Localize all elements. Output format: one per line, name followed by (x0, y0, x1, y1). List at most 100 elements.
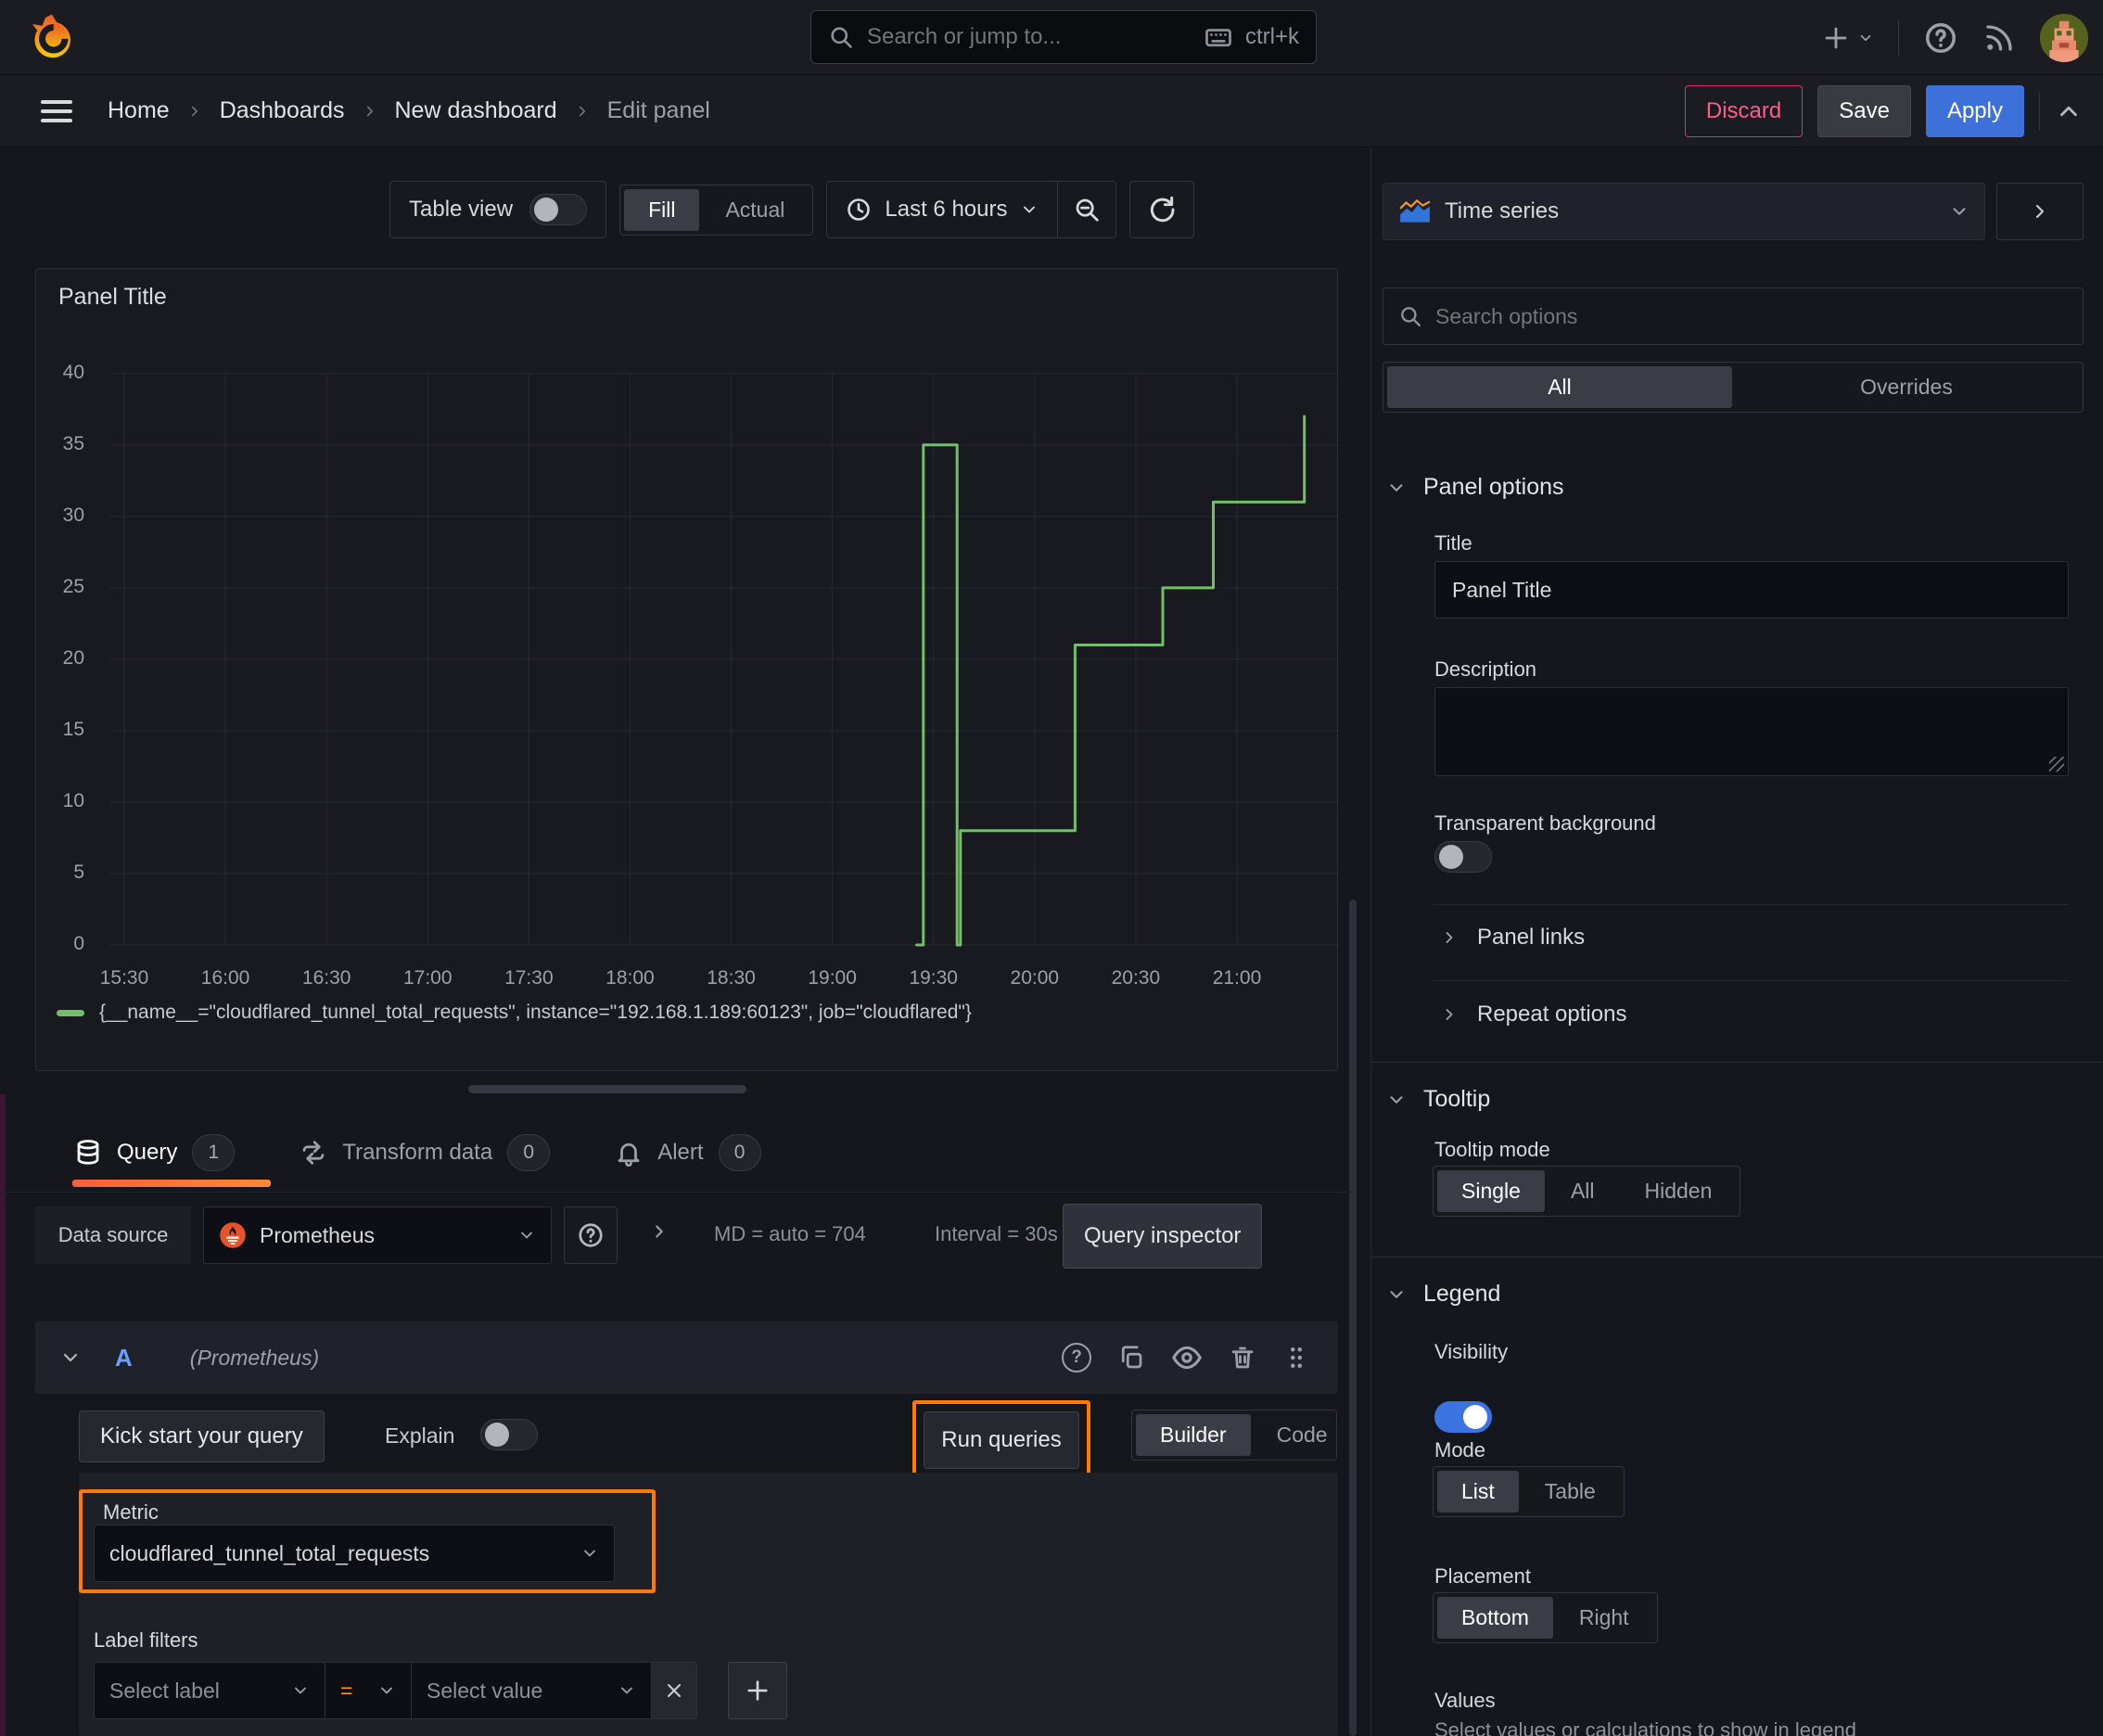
description-label: Description (1434, 657, 1537, 681)
operator-dropdown[interactable]: = (325, 1662, 412, 1719)
panel-title-input[interactable] (1434, 561, 2069, 619)
breadcrumb-dashboards[interactable]: Dashboards (220, 97, 345, 124)
tooltip-all-option[interactable]: All (1547, 1170, 1619, 1212)
legend-values-help: Select values or calculations to show in… (1434, 1718, 1856, 1736)
new-menu-button[interactable] (1822, 24, 1874, 52)
tooltip-hidden-option[interactable]: Hidden (1621, 1170, 1737, 1212)
options-search[interactable] (1383, 287, 2084, 345)
apply-button[interactable]: Apply (1925, 84, 2024, 137)
explain-toggle[interactable] (480, 1419, 538, 1450)
news-rss-icon[interactable] (1982, 21, 2016, 55)
chevron-right-icon (2035, 204, 2045, 219)
query-inspector-button[interactable]: Query inspector (1063, 1204, 1263, 1269)
legend-table-option[interactable]: Table (1521, 1471, 1620, 1513)
zoom-out-icon (1077, 198, 1100, 222)
divider (1898, 19, 1899, 57)
legend-section[interactable]: Legend (1386, 1281, 1500, 1308)
breadcrumb: Home Dashboards New dashboard Edit panel (108, 97, 710, 124)
chevron-down-icon (1024, 206, 1036, 213)
code-option[interactable]: Code (1253, 1414, 1352, 1456)
time-range-picker[interactable]: Last 6 hours (827, 197, 1057, 223)
legend-placement-label: Placement (1434, 1564, 1531, 1588)
select-value-dropdown[interactable]: Select value (411, 1662, 652, 1719)
table-view-toggle[interactable] (529, 194, 588, 225)
legend-list-option[interactable]: List (1437, 1471, 1519, 1513)
add-filter-button[interactable] (728, 1662, 787, 1719)
eye-icon[interactable] (1171, 1342, 1203, 1373)
metric-select[interactable]: cloudflared_tunnel_total_requests (94, 1525, 615, 1582)
stats-expand-chevron[interactable] (649, 1221, 669, 1242)
query-ref-id: A (115, 1343, 133, 1372)
overrides-tab[interactable]: Overrides (1734, 366, 2079, 408)
placement-bottom-option[interactable]: Bottom (1437, 1597, 1553, 1639)
query-editor-header[interactable]: A (Prometheus) ? (35, 1321, 1338, 1394)
refresh-button[interactable] (1129, 181, 1195, 238)
divider (2039, 92, 2040, 130)
select-label-dropdown[interactable]: Select label (94, 1662, 325, 1719)
remove-filter-button[interactable] (651, 1662, 697, 1719)
clock-icon (848, 198, 871, 221)
x-axis-tick: 19:00 (808, 967, 857, 989)
query-help-icon[interactable]: ? (1062, 1343, 1091, 1372)
placement-right-option[interactable]: Right (1555, 1597, 1653, 1639)
copy-icon[interactable] (1117, 1344, 1145, 1372)
panel-links-section[interactable]: Panel links (1440, 925, 1585, 951)
legend-mode-segmented: List Table (1433, 1466, 1625, 1517)
breadcrumb-home[interactable]: Home (108, 97, 170, 124)
zoom-out-button[interactable] (1058, 196, 1115, 223)
trash-icon[interactable] (1229, 1344, 1256, 1372)
search-input[interactable] (867, 24, 1192, 50)
tab-transform-data[interactable]: Transform data 0 (300, 1113, 551, 1192)
query-actions-row: Kick start your query Explain Run querie… (0, 1400, 1354, 1484)
tooltip-mode-segmented: Single All Hidden (1433, 1166, 1741, 1217)
builder-option[interactable]: Builder (1136, 1414, 1251, 1456)
avatar[interactable] (2040, 13, 2088, 62)
actual-option[interactable]: Actual (701, 189, 809, 231)
panel-links-label: Panel links (1477, 925, 1586, 950)
description-textarea[interactable] (1434, 687, 2069, 776)
panel-options-section[interactable]: Panel options (1386, 474, 1564, 501)
options-search-input[interactable] (1435, 303, 2068, 329)
grafana-logo-icon[interactable] (26, 11, 78, 68)
global-search[interactable]: ctrl+k (810, 10, 1317, 64)
visualization-picker[interactable]: Time series (1383, 183, 1985, 240)
chevron-down-icon[interactable] (59, 1347, 82, 1369)
y-axis-tick: 35 (62, 432, 84, 454)
prometheus-icon (220, 1222, 246, 1248)
breadcrumb-edit-panel: Edit panel (606, 97, 710, 123)
fill-option[interactable]: Fill (624, 188, 700, 231)
chevron-up-icon[interactable] (2055, 97, 2083, 125)
menu-icon[interactable] (41, 95, 72, 128)
collapse-options-button[interactable] (1996, 183, 2084, 240)
all-tab[interactable]: All (1387, 366, 1732, 408)
panel-preview[interactable]: Panel Title {__name__="cloudflared_tunne… (35, 268, 1339, 1071)
legend-values-label: Values (1434, 1689, 1496, 1712)
legend-series-label[interactable]: {__name__="cloudflared_tunnel_total_requ… (99, 1002, 972, 1024)
transparent-bg-toggle[interactable] (1434, 841, 1492, 873)
discard-button[interactable]: Discard (1684, 84, 1803, 137)
datasource-help-button[interactable] (564, 1206, 618, 1264)
keyboard-icon (1204, 23, 1232, 51)
tab-alert[interactable]: Alert 0 (615, 1113, 761, 1192)
run-queries-button[interactable]: Run queries (924, 1411, 1079, 1469)
tooltip-section[interactable]: Tooltip (1386, 1086, 1490, 1113)
x-axis-tick: 19:30 (909, 967, 958, 989)
y-axis-tick: 5 (73, 861, 84, 883)
x-axis-tick: 20:30 (1111, 967, 1161, 989)
datasource-picker[interactable]: Prometheus (203, 1206, 552, 1264)
title-label: Title (1434, 531, 1472, 555)
repeat-options-section[interactable]: Repeat options (1440, 1002, 1626, 1028)
section-divider (1371, 1062, 2103, 1063)
resize-handle-icon[interactable] (2049, 757, 2064, 772)
save-button[interactable]: Save (1817, 84, 1911, 137)
drag-handle-icon[interactable] (1282, 1344, 1310, 1372)
tooltip-single-option[interactable]: Single (1437, 1170, 1545, 1212)
kickstart-query-button[interactable]: Kick start your query (79, 1410, 325, 1462)
help-icon[interactable] (1923, 20, 1958, 56)
vertical-scrollbar[interactable] (1349, 900, 1357, 1736)
legend-visibility-toggle[interactable] (1434, 1401, 1492, 1433)
breadcrumb-new-dashboard[interactable]: New dashboard (395, 97, 557, 124)
panel-resize-handle[interactable] (468, 1085, 746, 1093)
y-axis-tick: 0 (73, 933, 84, 954)
x-axis-tick: 20:00 (1010, 967, 1060, 989)
